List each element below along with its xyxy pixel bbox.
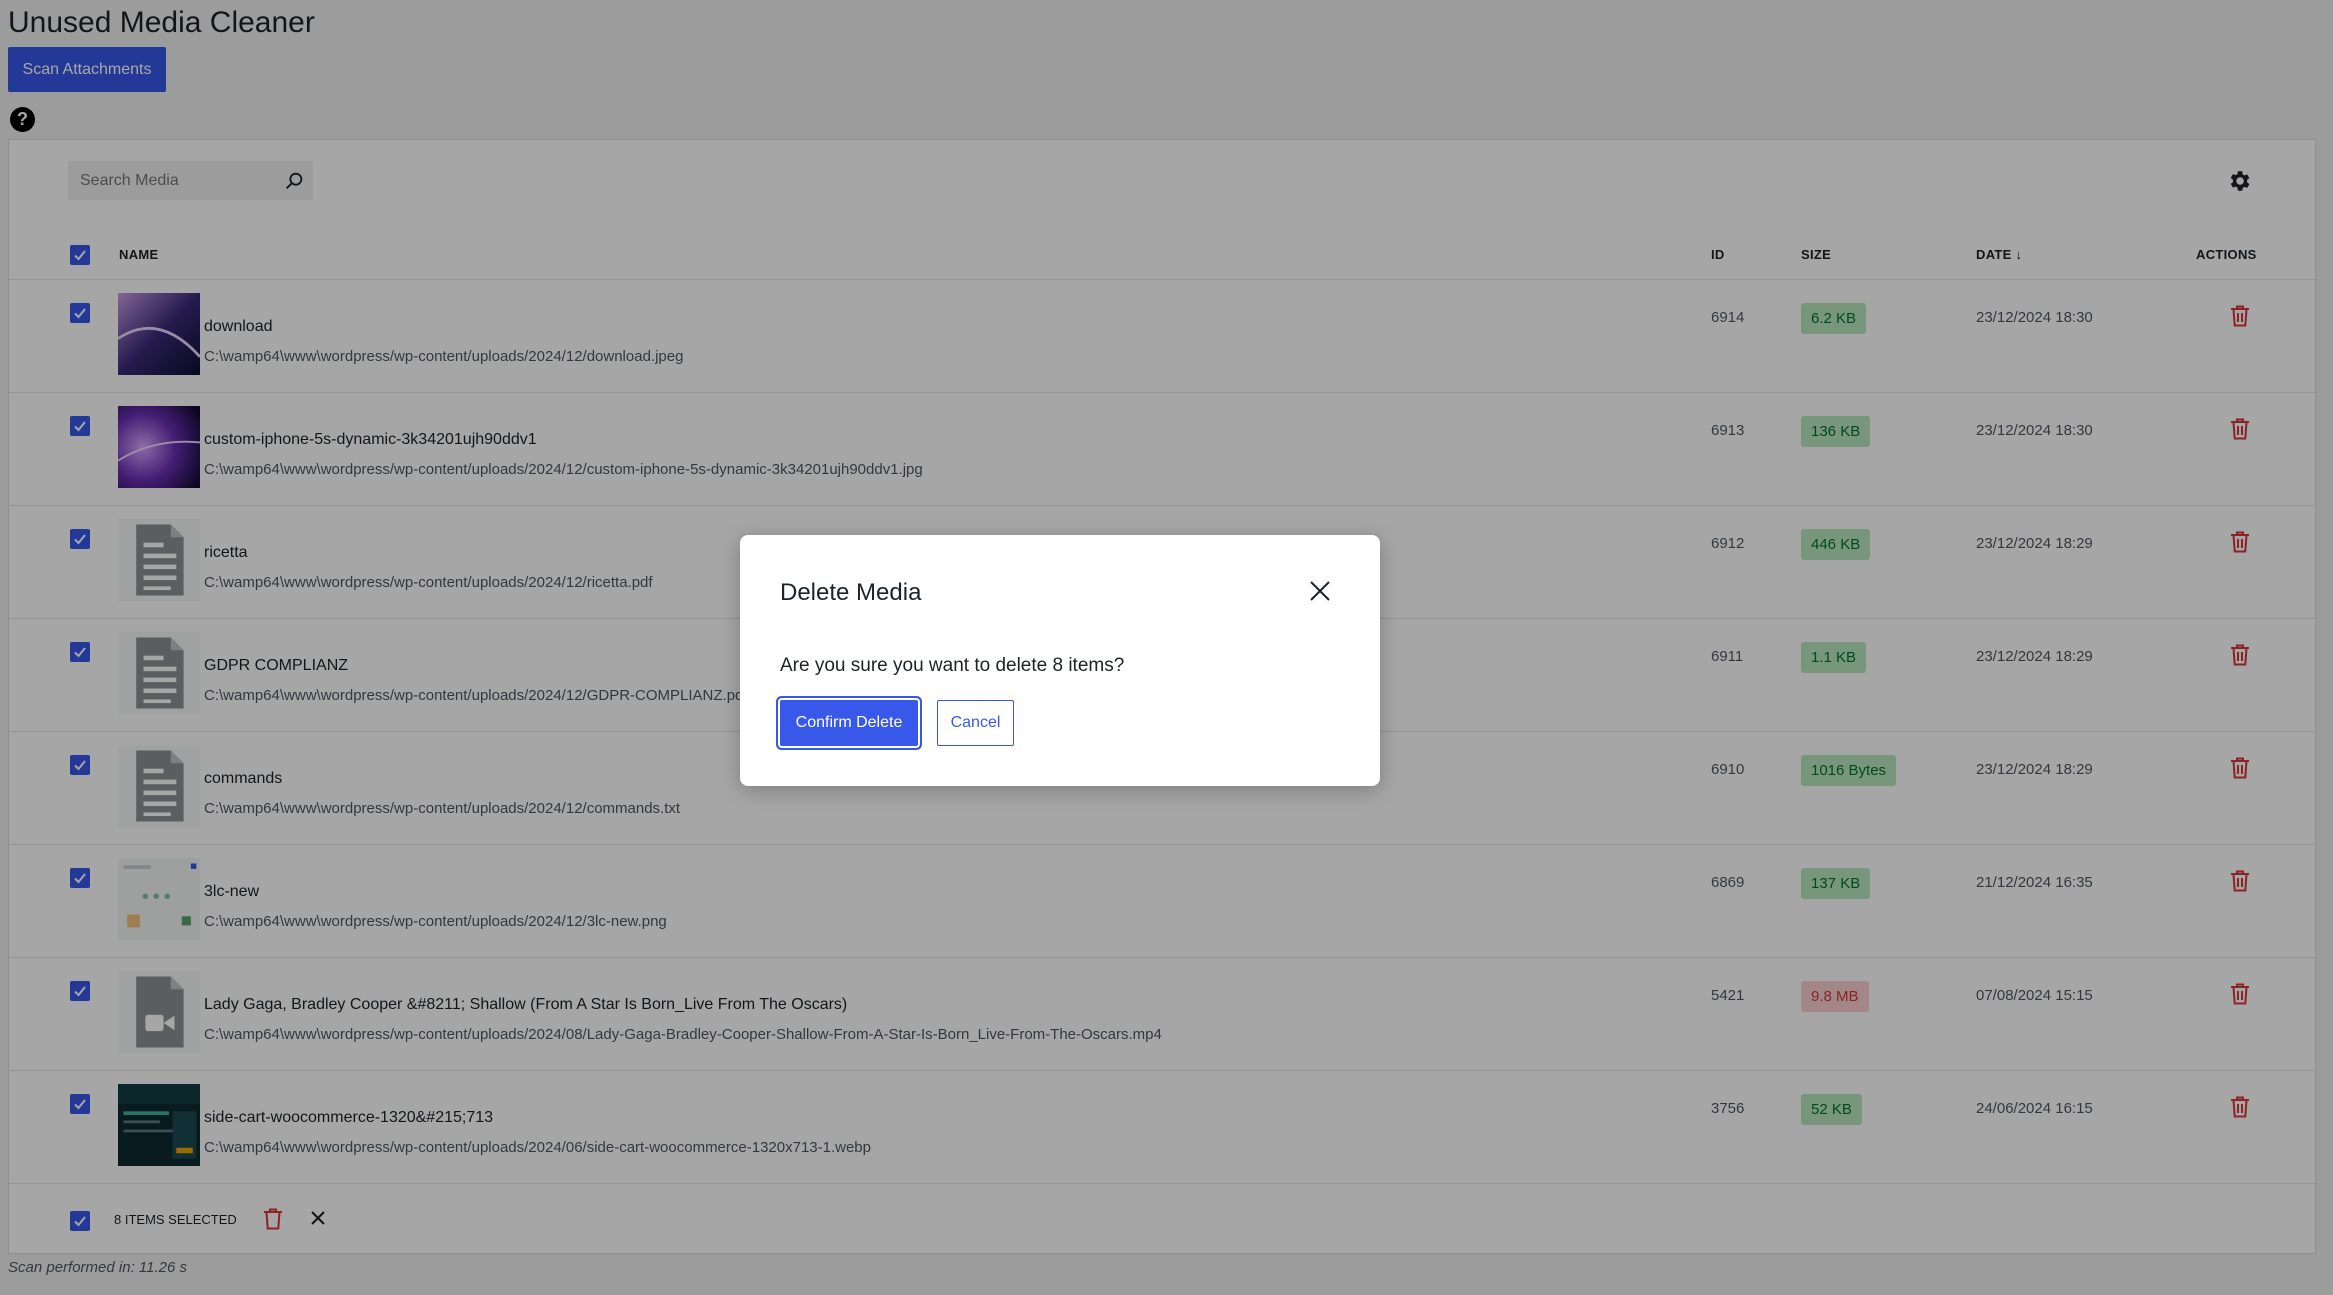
modal-message: Are you sure you want to delete 8 items? (780, 655, 1125, 676)
confirm-delete-button[interactable]: Confirm Delete (780, 700, 918, 746)
cancel-button[interactable]: Cancel (937, 700, 1014, 746)
modal-title: Delete Media (780, 579, 922, 606)
close-icon[interactable] (1307, 578, 1333, 604)
delete-media-modal: Delete Media Are you sure you want to de… (740, 535, 1380, 786)
